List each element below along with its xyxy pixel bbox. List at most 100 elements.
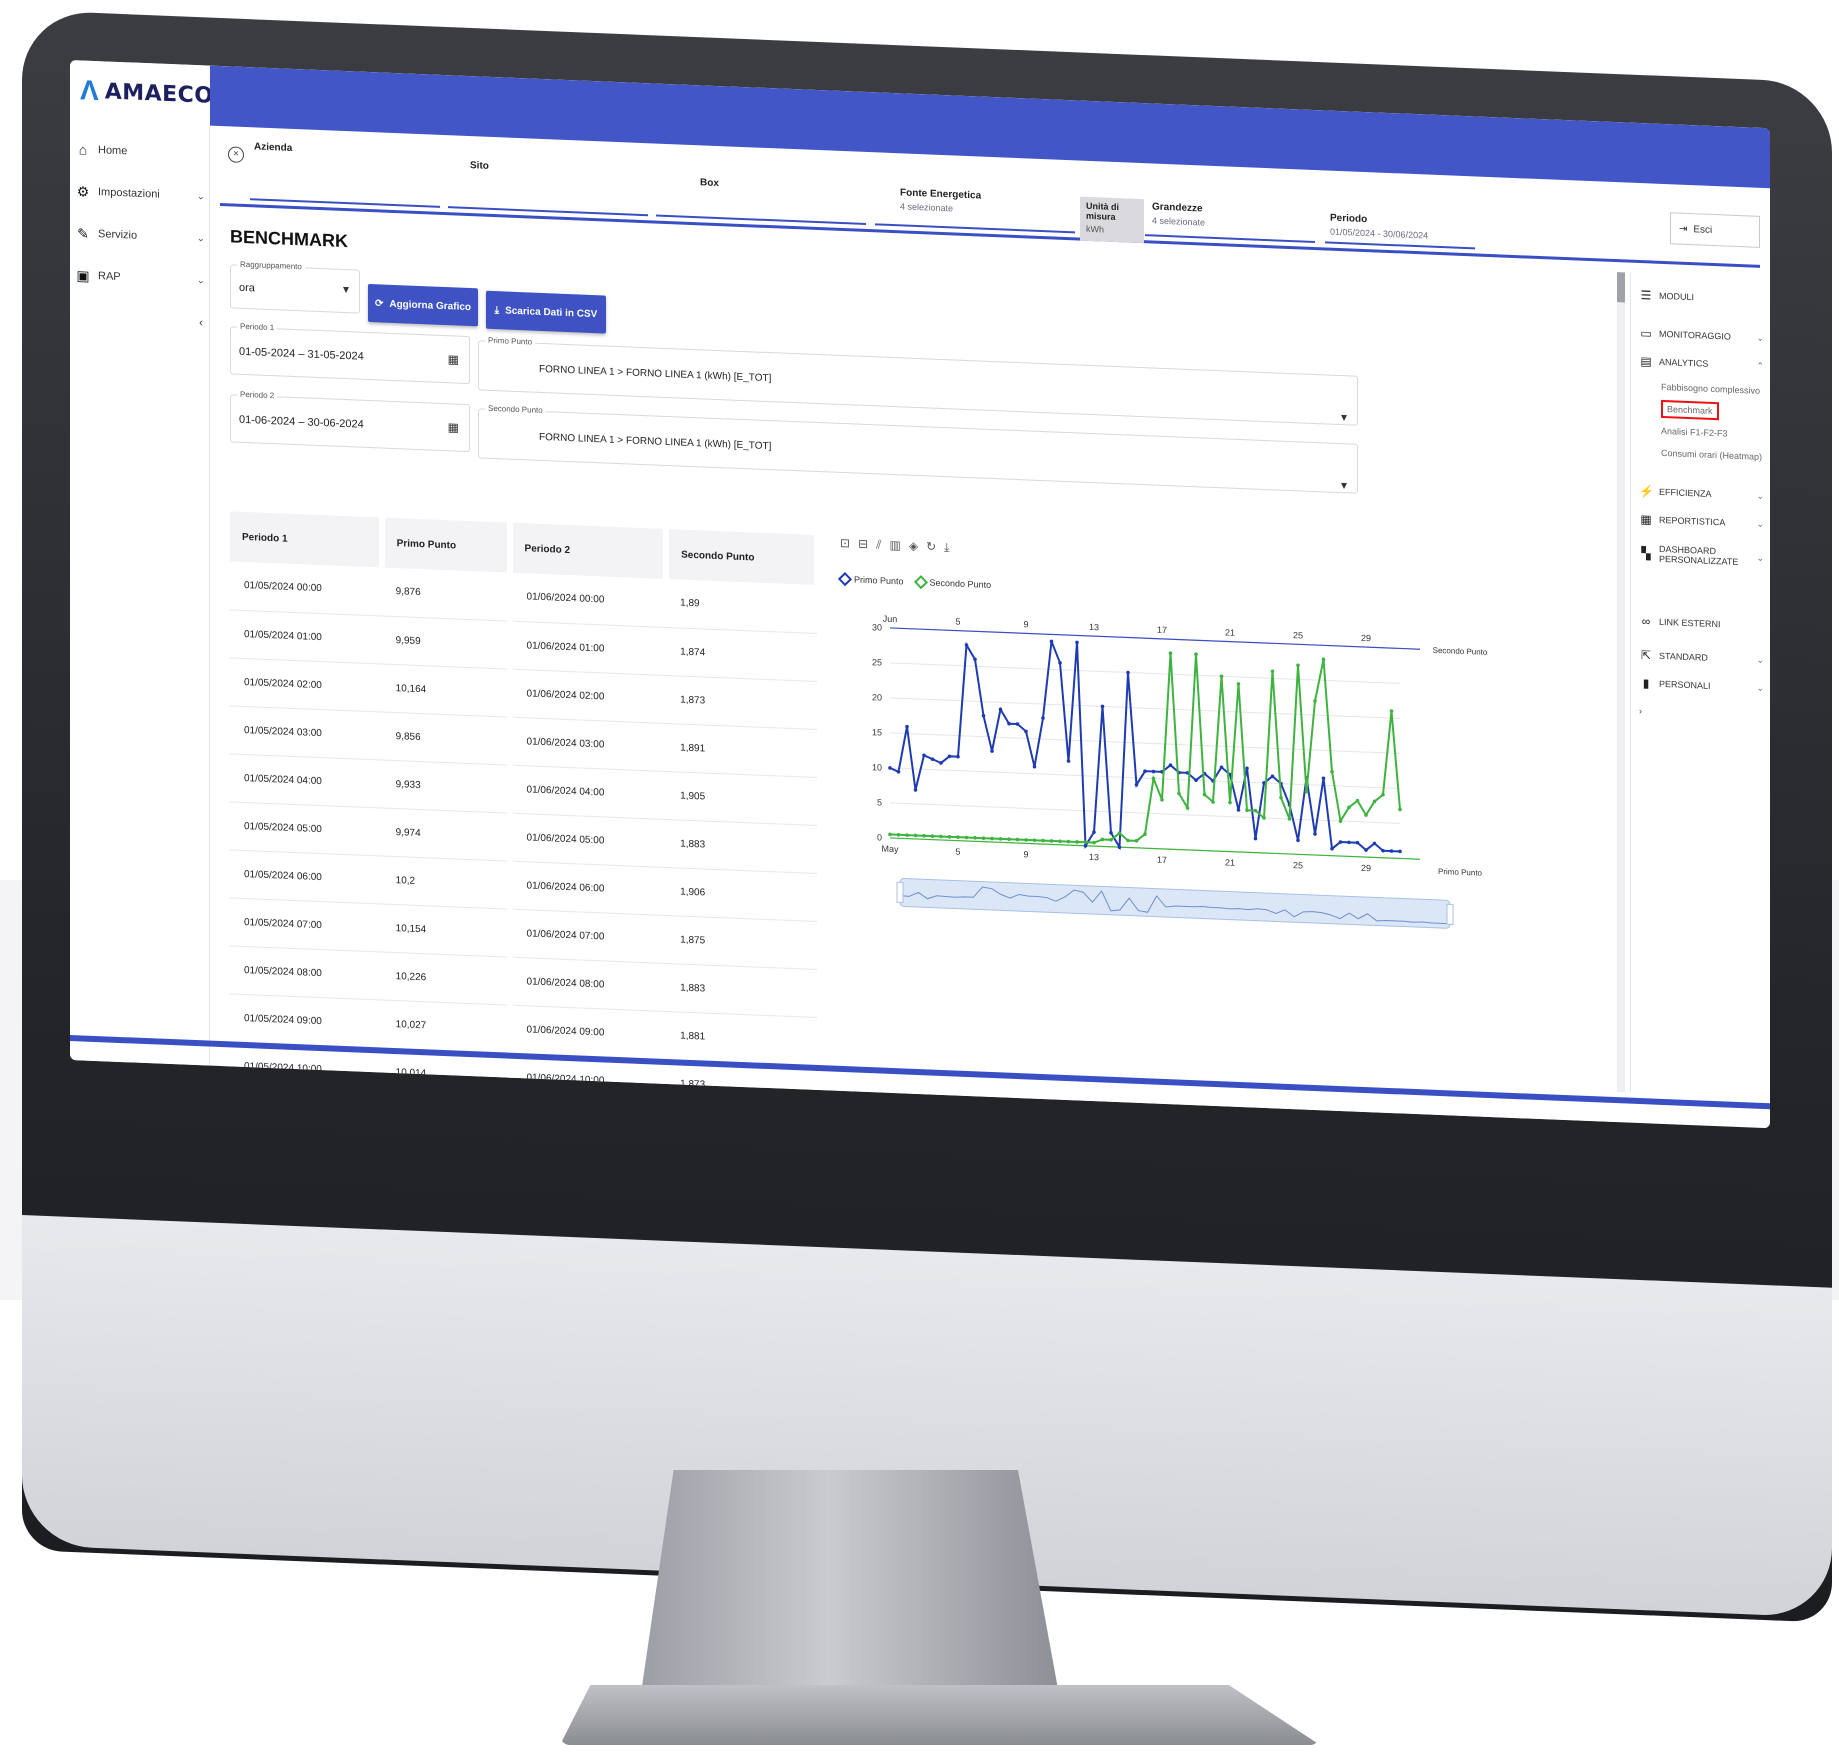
data-point (1151, 769, 1156, 774)
data-point (1202, 792, 1207, 797)
module-analytics[interactable]: ▤ ANALYTICS ⌃ (1631, 347, 1770, 381)
raggruppamento-select[interactable]: Raggruppamento ora ▾ (230, 259, 360, 314)
data-point (922, 833, 926, 838)
secondo-punto-select[interactable]: Secondo Punto FORNO LINEA 1 > FORNO LINE… (478, 403, 1358, 494)
gear-icon: ⚙ (76, 182, 90, 200)
submodule-heatmap[interactable]: Consumi orari (Heatmap) (1631, 441, 1770, 469)
chevron-down-icon: ⌄ (1756, 552, 1764, 563)
data-point (930, 834, 935, 838)
data-point (981, 713, 986, 718)
update-chart-button[interactable]: ⟳ Aggiorna Grafico (368, 283, 478, 327)
table-header[interactable]: Primo Punto (381, 517, 510, 573)
filter-grandezze[interactable]: Grandezze 4 selezionate (1152, 201, 1205, 227)
filter-label: Box (700, 177, 719, 190)
efficiency-icon: ⚡ (1639, 484, 1654, 499)
filter-sito[interactable]: Sito (470, 160, 489, 172)
sidebar-item-home[interactable]: ⌂ Home (70, 128, 209, 176)
top-tick-label: 29 (1361, 633, 1371, 643)
collapse-sidebar-button[interactable]: ‹ (199, 315, 203, 329)
top-tick-label: 13 (1089, 622, 1099, 632)
table-cell: 1,89 (666, 578, 817, 634)
table-cell: 01/05/2024 06:00 (230, 849, 382, 904)
chart-gridline (890, 802, 1400, 824)
field-label: Periodo 2 (237, 389, 278, 401)
field-label: Periodo 1 (237, 321, 278, 333)
panel-expand[interactable]: › (1631, 697, 1770, 731)
filter-fonte[interactable]: Fonte Energetica 4 selezionate (900, 187, 981, 214)
data-point (1049, 639, 1054, 644)
chevron-down-icon: ⌄ (196, 190, 205, 202)
table-header[interactable]: Periodo 1 (230, 511, 382, 568)
scrollbar-thumb[interactable] (1617, 272, 1625, 303)
chart-gridline (890, 732, 1400, 754)
bookmark-icon: ▮ (1642, 676, 1650, 691)
data-point (956, 835, 960, 839)
table-cell: 1,906 (666, 866, 817, 922)
filter-periodo[interactable]: Periodo 01/05/2024 - 30/06/2024 (1330, 213, 1428, 241)
logo[interactable]: Λ AMAECO (70, 60, 214, 126)
exit-button[interactable]: ⇥ Esci (1670, 212, 1760, 248)
logo-icon: Λ (80, 74, 99, 107)
top-tick-label: 5 (955, 617, 960, 627)
link-label: STANDARD (1659, 650, 1708, 663)
sidebar-item-label: Impostazioni (98, 186, 160, 201)
top-tick-label: 21 (1225, 627, 1235, 637)
field-value: ora (239, 281, 255, 295)
calendar-icon[interactable]: ▦ (448, 352, 459, 366)
table-header[interactable]: Secondo Punto (666, 528, 817, 586)
filter-azienda[interactable]: Azienda (254, 141, 292, 154)
filter-label: Periodo (1330, 212, 1368, 226)
table-cell: 1,874 (666, 626, 817, 682)
data-point (1160, 798, 1164, 802)
data-point (1262, 816, 1266, 820)
field-value: 01-05-2024 – 31-05-2024 (239, 345, 364, 363)
filter-unita[interactable]: Unità di misura kWh (1080, 196, 1144, 244)
sidebar-item-rap[interactable]: ▣ RAP ⌄ (70, 254, 209, 302)
exit-label: Esci (1693, 223, 1713, 236)
data-point (1194, 652, 1198, 657)
filter-label: Azienda (254, 141, 293, 154)
table-cell: 01/05/2024 04:00 (230, 753, 382, 808)
sidebar-item-impostazioni[interactable]: ⚙ Impostazioni ⌄ (70, 170, 209, 218)
link-label: PERSONALI (1659, 678, 1711, 691)
filter-value: 4 selezionate (900, 201, 954, 214)
module-dashboard[interactable]: ▚ DASHBOARD PERSONALIZZATE ⌄ (1631, 533, 1770, 579)
table-cell: 1,891 (666, 722, 817, 778)
data-point (888, 766, 892, 770)
periodo2-date-range[interactable]: Periodo 2 01-06-2024 – 30-06-2024 ▦ (230, 389, 470, 453)
table-cell: 10,226 (381, 951, 510, 1005)
report-icon: ▦ (1640, 512, 1652, 527)
close-icon[interactable]: × (228, 146, 244, 163)
wrench-icon: ✎ (77, 224, 89, 242)
module-label: DASHBOARD PERSONALIZZATE (1659, 543, 1739, 568)
refresh-icon: ⟳ (374, 297, 384, 310)
sidebar-item-servizio[interactable]: ✎ Servizio ⌄ (70, 212, 209, 260)
periodo1-date-range[interactable]: Periodo 1 01-05-2024 – 31-05-2024 ▦ (230, 321, 470, 385)
table-header[interactable]: Periodo 2 (509, 522, 667, 579)
sidebar-item-label: Servizio (98, 228, 138, 242)
table-cell: 01/06/2024 00:00 (509, 572, 667, 627)
filter-underline (656, 214, 866, 225)
table-cell: 9,974 (381, 807, 510, 861)
data-point (1066, 839, 1071, 844)
filter-label: Grandezze (1152, 201, 1203, 215)
data-point (947, 835, 952, 839)
submodule-label: Benchmark (1661, 399, 1719, 421)
module-label: ANALYTICS (1659, 356, 1709, 369)
data-point (1398, 849, 1402, 854)
analytics-icon: ▤ (1640, 354, 1652, 369)
filter-underline (448, 206, 648, 217)
table-cell: 9,959 (381, 615, 510, 669)
calendar-icon[interactable]: ▦ (448, 420, 459, 434)
table-cell: 10,2 (381, 855, 510, 909)
data-point (896, 832, 901, 837)
filter-underline (1145, 234, 1315, 244)
bottom-tick-label: 21 (1225, 857, 1235, 867)
data-point (888, 832, 892, 837)
filter-box[interactable]: Box (700, 177, 719, 189)
bottom-tick-label: 13 (1089, 852, 1099, 862)
data-point (1381, 848, 1385, 853)
download-csv-button[interactable]: ⤓ Scarica Dati in CSV (486, 290, 606, 334)
scrollbar[interactable] (1617, 272, 1625, 1093)
bottom-tick-label: 5 (955, 847, 960, 857)
